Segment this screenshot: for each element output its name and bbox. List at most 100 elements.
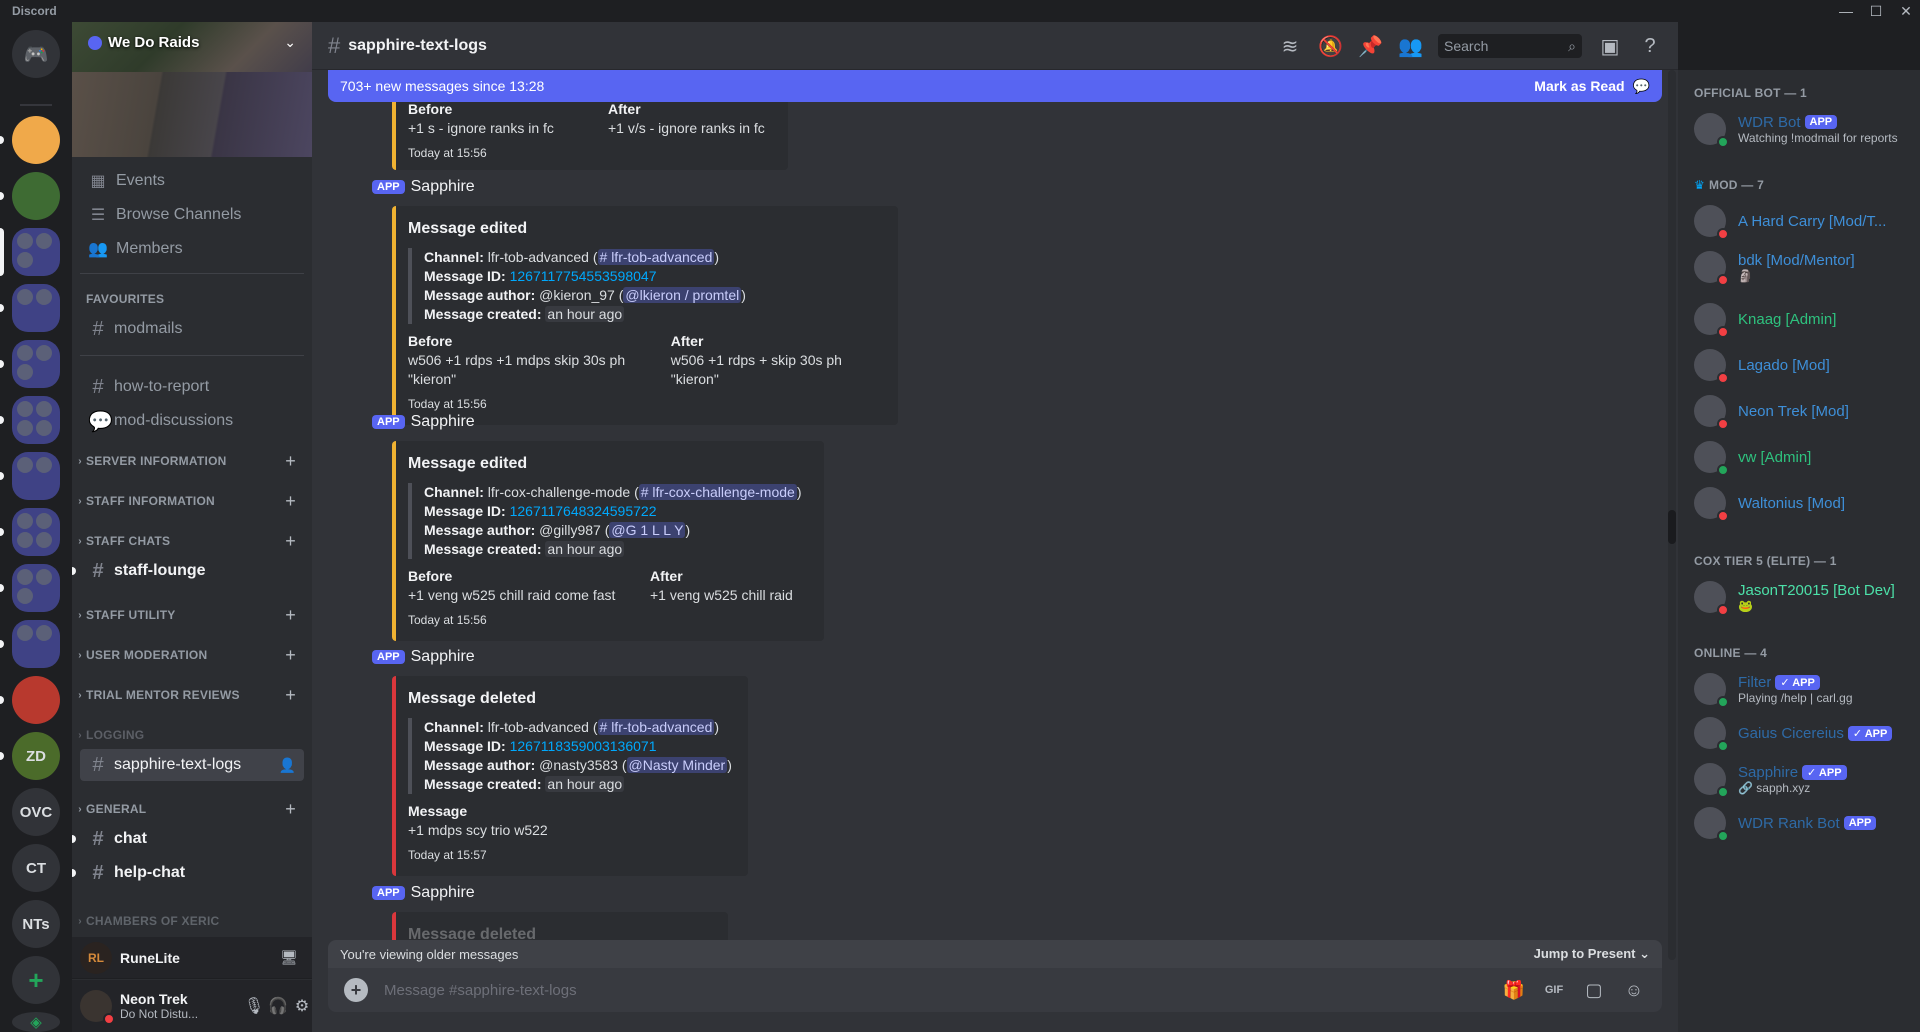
member-item[interactable]: Knaag [Admin] (1686, 298, 1912, 340)
category-trial-mentor-reviews[interactable]: › TRIAL MENTOR REVIEWS + (74, 683, 308, 707)
create-channel-icon[interactable]: + (285, 605, 296, 626)
server-icon[interactable]: OVC (12, 788, 60, 836)
sticker-icon[interactable]: ▢ (1582, 980, 1606, 1001)
channel-mention[interactable]: # lfr-cox-challenge-mode (638, 484, 797, 500)
server-icon[interactable] (12, 396, 60, 444)
member-item[interactable]: Sapphire ✓ APP 🔗 sapph.xyz (1686, 758, 1912, 800)
message-input[interactable] (384, 981, 1486, 999)
search-input[interactable]: Search ⌕ (1438, 34, 1582, 58)
message-id-link[interactable]: 1267118359003136071 (510, 738, 657, 754)
create-channel-icon[interactable]: + (285, 645, 296, 666)
maximize-button[interactable]: ☐ (1864, 1, 1888, 21)
pin-icon[interactable]: 📌 (1358, 34, 1383, 59)
message-author[interactable]: Sapphire (411, 178, 475, 196)
add-attachment-button[interactable]: + (344, 978, 368, 1002)
category-server-information[interactable]: › SERVER INFORMATION + (74, 449, 308, 473)
headphones-icon[interactable]: 🎧 (266, 996, 290, 1016)
category-cut[interactable]: › CHAMBERS OF XERIC (74, 909, 308, 933)
new-messages-bar[interactable]: 703+ new messages since 13:28 Mark as Re… (328, 70, 1662, 102)
server-icon[interactable] (12, 284, 60, 332)
nav-browse-channels[interactable]: ☰ Browse Channels (80, 199, 304, 231)
mark-as-read-button[interactable]: Mark as Read 💬 (1534, 78, 1650, 95)
home-button[interactable]: 🎮 (12, 30, 60, 78)
channel-mod-discussions[interactable]: 💬 mod-discussions (80, 405, 304, 437)
invite-icon[interactable]: 👤 (279, 757, 296, 774)
member-item[interactable]: JasonT20015 [Bot Dev] 🐸 (1686, 576, 1912, 618)
channel-mention[interactable]: # lfr-tob-advanced (597, 719, 715, 735)
gif-icon[interactable]: GIF (1542, 984, 1566, 996)
close-button[interactable]: ✕ (1894, 1, 1918, 21)
member-item[interactable]: bdk [Mod/Mentor] 🗿 (1686, 246, 1912, 288)
member-item[interactable]: WDR Rank Bot APP (1686, 802, 1912, 844)
category-user-moderation[interactable]: › USER MODERATION + (74, 643, 308, 667)
message-author[interactable]: Sapphire (411, 413, 475, 431)
channel-how-to-report[interactable]: # how-to-report (80, 371, 304, 403)
help-icon[interactable]: ? (1638, 35, 1662, 58)
member-item[interactable]: Gaius Cicereius ✓ APP (1686, 712, 1912, 754)
nav-events[interactable]: ▦ Events (80, 165, 304, 197)
server-icon[interactable]: ZD (12, 732, 60, 780)
channel-mention[interactable]: # lfr-tob-advanced (597, 249, 715, 265)
category-general[interactable]: › GENERAL + (74, 797, 308, 821)
server-icon[interactable] (12, 340, 60, 388)
avatar[interactable] (80, 990, 115, 1025)
message-author[interactable]: Sapphire (411, 884, 475, 902)
emoji-icon[interactable]: ☺ (1622, 980, 1646, 1001)
channel-staff-lounge[interactable]: # staff-lounge (72, 555, 304, 587)
threads-icon[interactable]: ≋ (1278, 34, 1302, 59)
create-channel-icon[interactable]: + (285, 531, 296, 552)
notification-muted-icon[interactable]: 🔕 (1318, 34, 1343, 59)
category-favourites[interactable]: FAVOURITES (86, 287, 312, 311)
member-list-icon[interactable]: 👥 (1398, 34, 1423, 59)
member-item[interactable]: A Hard Carry [Mod/T... (1686, 200, 1912, 242)
server-icon[interactable] (12, 508, 60, 556)
message-author[interactable]: Sapphire (411, 648, 475, 666)
user-mention[interactable]: @G 1 L L Y (609, 522, 686, 538)
discover-button[interactable]: ◈ (12, 1012, 60, 1032)
server-icon[interactable] (12, 228, 60, 276)
chevron-down-icon[interactable]: ⌄ (284, 34, 296, 51)
category-staff-chats[interactable]: › STAFF CHATS + (74, 529, 308, 553)
user-mention[interactable]: @lkieron / promtel (623, 287, 742, 303)
member-item[interactable]: Waltonius [Mod] (1686, 482, 1912, 524)
member-item[interactable]: Neon Trek [Mod] (1686, 390, 1912, 432)
jump-to-present-button[interactable]: Jump to Present ⌄ (1534, 946, 1650, 962)
scrollbar[interactable] (1668, 70, 1676, 960)
nav-members[interactable]: 👥 Members (80, 233, 304, 265)
inbox-icon[interactable]: ▣ (1598, 34, 1622, 59)
server-icon[interactable] (12, 172, 60, 220)
create-channel-icon[interactable]: + (285, 799, 296, 820)
category-logging[interactable]: › LOGGING (74, 723, 308, 747)
channel-chat[interactable]: # chat (72, 823, 304, 855)
server-icon[interactable]: CT (12, 844, 60, 892)
create-channel-icon[interactable]: + (285, 451, 296, 472)
gift-icon[interactable]: 🎁 (1502, 980, 1526, 1001)
server-icon[interactable] (12, 564, 60, 612)
server-icon[interactable]: NTs (12, 900, 60, 948)
member-item[interactable]: WDR Bot APP Watching !modmail for reports (1686, 108, 1912, 150)
channel-help-chat[interactable]: # help-chat (72, 857, 304, 889)
server-icon[interactable] (12, 116, 60, 164)
minimize-button[interactable]: — (1834, 1, 1858, 21)
member-item[interactable]: Filter ✓ APP Playing /help | carl.gg (1686, 668, 1912, 710)
add-server-button[interactable]: + (12, 956, 60, 1004)
server-icon[interactable] (12, 676, 60, 724)
channel-sapphire-text-logs[interactable]: # sapphire-text-logs 👤 (80, 749, 304, 781)
gear-icon[interactable]: ⚙ (290, 996, 314, 1016)
server-icon[interactable] (12, 620, 60, 668)
category-staff-utility[interactable]: › STAFF UTILITY + (74, 603, 308, 627)
server-icon[interactable] (12, 452, 60, 500)
guild-name-button[interactable]: We Do Raids (88, 34, 199, 51)
create-channel-icon[interactable]: + (285, 491, 296, 512)
message-id-link[interactable]: 1267117648324595722 (510, 503, 657, 519)
user-mention[interactable]: @Nasty Minder (626, 757, 728, 773)
microphone-icon[interactable]: 🎙 (242, 996, 266, 1016)
category-staff-information[interactable]: › STAFF INFORMATION + (74, 489, 308, 513)
message-id-link[interactable]: 1267117754553598047 (510, 268, 657, 284)
member-item[interactable]: vw [Admin] (1686, 436, 1912, 478)
member-item[interactable]: Lagado [Mod] (1686, 344, 1912, 386)
channel-modmails[interactable]: # modmails (80, 313, 304, 345)
scroll-thumb[interactable] (1668, 510, 1676, 544)
screen-share-icon[interactable]: 🖥 (280, 949, 298, 966)
create-channel-icon[interactable]: + (285, 685, 296, 706)
